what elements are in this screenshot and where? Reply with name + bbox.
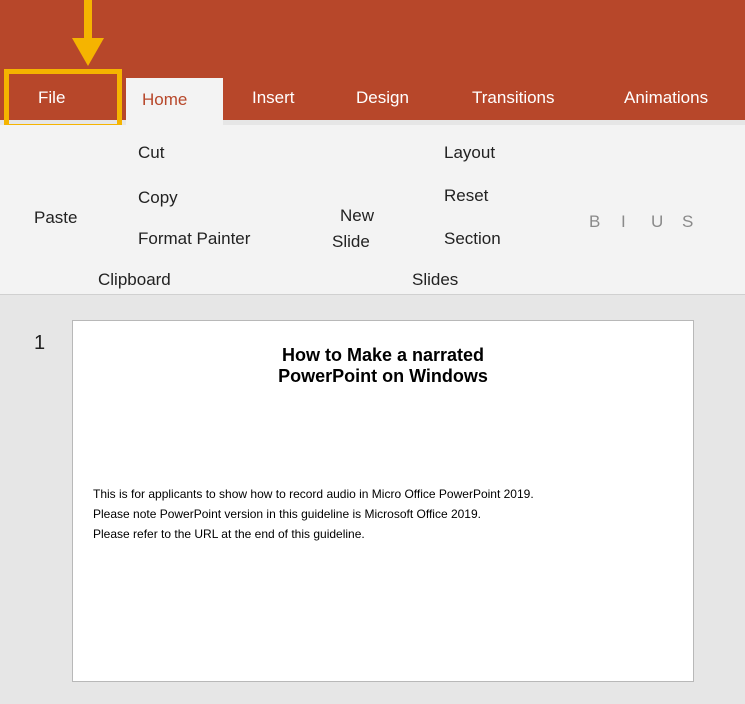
slide-thumbnail[interactable]: How to Make a narrated PowerPoint on Win… xyxy=(72,320,694,682)
slide-title-line1: How to Make a narrated xyxy=(281,345,485,365)
bold-button[interactable]: B xyxy=(589,212,600,232)
clipboard-group-label: Clipboard xyxy=(98,270,171,289)
reset-button[interactable]: Reset xyxy=(444,186,488,206)
slide-number: 1 xyxy=(34,332,46,354)
layout-button[interactable]: Layout xyxy=(444,143,495,163)
slide-bullet: Please note PowerPoint version in this g… xyxy=(93,507,481,521)
underline-button[interactable]: U xyxy=(651,212,663,232)
tab-file[interactable]: File xyxy=(38,88,65,108)
new-slide-button[interactable]: Slide xyxy=(332,232,370,252)
slide-title-line2: PowerPoint on Windows xyxy=(278,366,488,386)
slide-bullet: Please refer to the URL at the end of th… xyxy=(93,527,365,541)
arrow-icon xyxy=(70,0,106,70)
cut-button[interactable]: Cut xyxy=(138,143,164,163)
slide-bullet: This is for applicants to show how to re… xyxy=(93,487,534,501)
tab-animations[interactable]: Animations xyxy=(624,88,708,108)
slides-group-label: Slides xyxy=(412,270,459,289)
tab-home[interactable]: Home xyxy=(126,78,223,125)
tab-transitions[interactable]: Transitions xyxy=(472,88,555,108)
format-painter-button[interactable]: Format Painter xyxy=(138,229,250,249)
section-button[interactable]: Section xyxy=(444,229,501,249)
copy-button[interactable]: Copy xyxy=(138,188,178,208)
tab-design[interactable]: Design xyxy=(356,88,409,108)
quick-access-toolbar xyxy=(0,0,745,48)
strikethrough-button[interactable]: S xyxy=(682,212,693,232)
new-slide-label[interactable]: New xyxy=(340,206,374,226)
italic-button[interactable]: I xyxy=(621,212,626,232)
tab-insert[interactable]: Insert xyxy=(252,88,295,108)
paste-button[interactable]: Paste xyxy=(34,208,77,228)
